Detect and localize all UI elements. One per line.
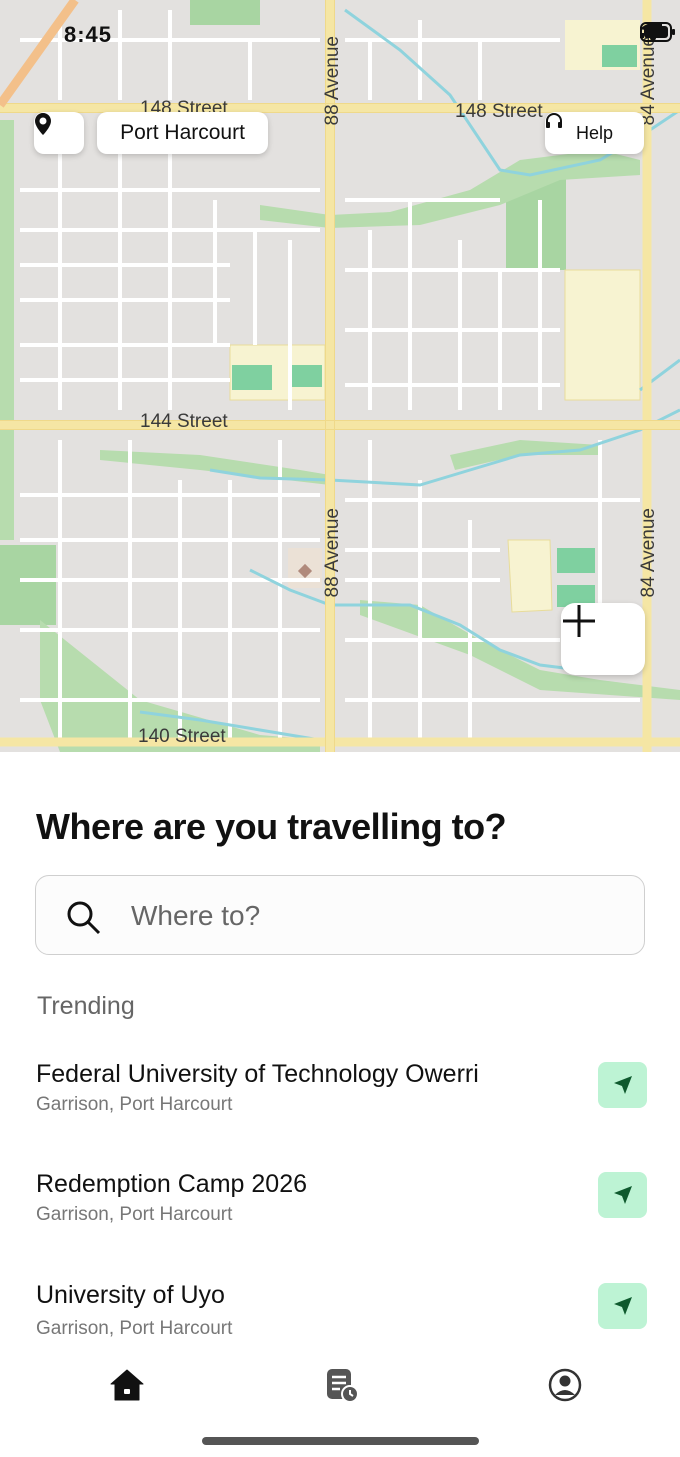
search-input[interactable] [129,892,613,940]
trending-item-title: Redemption Camp 2026 [36,1170,307,1198]
headphones-icon [546,113,562,128]
street-label-144: 144 Street [140,411,228,432]
add-button[interactable] [561,603,645,675]
list-item[interactable]: University of Uyo Garrison, Port Harcour… [0,1281,680,1371]
avenue-label-84-bottom: 84 Avenue [638,508,659,598]
page-title: Where are you travelling to? [36,806,507,847]
navigation-arrow-icon [613,1076,632,1094]
plus-icon [563,605,595,637]
help-button[interactable]: Help [545,112,644,154]
list-item[interactable]: Redemption Camp 2026 Garrison, Port Harc… [0,1170,680,1260]
trending-item-title: Federal University of Technology Owerri [36,1060,479,1088]
help-label: Help [575,122,614,143]
profile-icon [548,1368,582,1402]
status-time: 8:45 [64,22,113,47]
home-icon [110,1369,144,1401]
trending-item-subtitle: Garrison, Port Harcourt [36,1318,233,1339]
status-bar: 8:45 [0,0,680,70]
navigate-button[interactable] [598,1062,647,1108]
location-pin-icon [35,113,51,135]
street-label-140: 140 Street [138,726,226,747]
search-icon [67,901,101,935]
list-item[interactable]: Federal University of Technology Owerri … [0,1060,680,1150]
navigation-arrow-icon [613,1186,632,1204]
search-box[interactable] [35,875,645,955]
navigate-button[interactable] [598,1172,647,1218]
location-button[interactable] [34,112,84,154]
avenue-label-88-bottom: 88 Avenue [322,508,343,598]
map-view[interactable]: 148 Street 148 Street 144 Street 140 Str… [0,0,680,752]
tab-profile[interactable] [545,1365,585,1405]
navigation-arrow-icon [613,1297,632,1315]
tab-bar [0,1365,680,1415]
home-indicator [202,1437,479,1445]
trending-item-subtitle: Garrison, Port Harcourt [36,1204,233,1225]
trending-item-title: University of Uyo [36,1281,225,1309]
trending-label: Trending [37,992,135,1020]
current-city-chip[interactable]: Port Harcourt [97,112,268,154]
battery-icon [640,22,675,42]
trending-item-subtitle: Garrison, Port Harcourt [36,1094,233,1115]
street-label-148-right: 148 Street [455,101,543,122]
current-city-label: Port Harcourt [120,121,245,144]
bookings-history-icon [327,1369,359,1403]
navigate-button[interactable] [598,1283,647,1329]
tab-history[interactable] [321,1365,361,1405]
tab-home[interactable] [107,1365,147,1405]
